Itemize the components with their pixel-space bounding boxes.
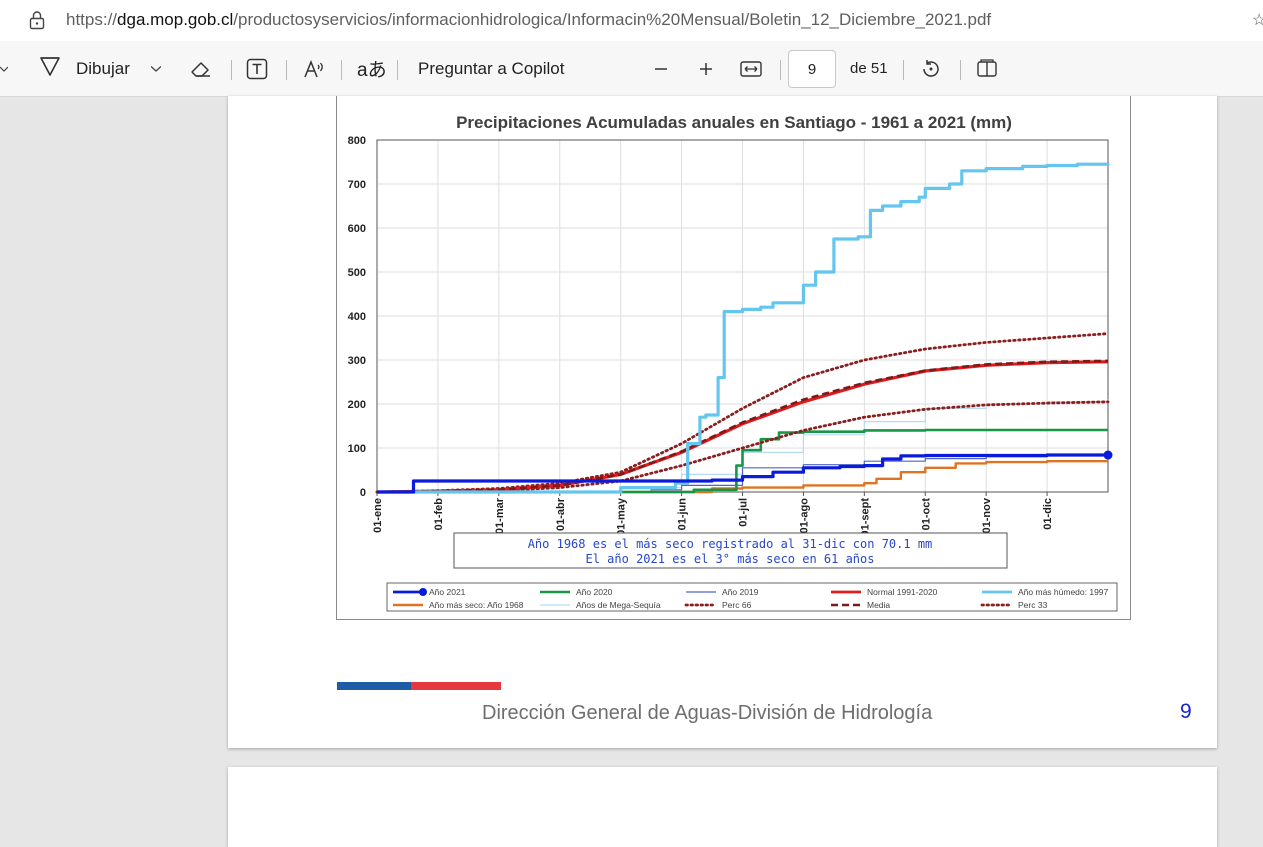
y-tick-label: 400 (348, 311, 366, 323)
url-path: /productosyservicios/informacionhidrolog… (233, 10, 992, 29)
y-tick-label: 300 (348, 355, 366, 367)
legend-label: Año más seco: Año 1968 (429, 600, 524, 610)
text-box-icon[interactable] (246, 41, 268, 96)
footer-bar-blue (337, 682, 411, 690)
legend-label: Normal 1991-2020 (867, 587, 938, 597)
url-scheme: https:// (66, 10, 118, 29)
legend-label: Años de Mega-Sequía (576, 600, 661, 610)
x-tick-label: 01-oct (920, 498, 932, 531)
legend-label: Perc 66 (722, 600, 752, 610)
draw-icon (38, 55, 62, 82)
x-tick-label: 01-ago (798, 498, 810, 534)
legend-label: Media (867, 600, 890, 610)
x-tick-label: 01-sept (859, 498, 871, 537)
y-tick-label: 100 (348, 443, 366, 455)
x-tick-label: 01-may (616, 497, 628, 536)
x-tick-label: 01-abr (555, 497, 567, 531)
toolbar-divider (341, 60, 342, 80)
draw-options-chevron-icon[interactable] (151, 41, 161, 96)
draw-button[interactable]: Dibujar (38, 41, 130, 96)
read-aloud-icon[interactable] (303, 41, 325, 96)
favorite-star-icon[interactable]: ☆ (1252, 10, 1263, 30)
draw-label: Dibujar (76, 58, 130, 78)
url-domain: dga.mop.gob.cl (117, 10, 234, 29)
pdf-page: Precipitaciones Acumuladas anuales en Sa… (228, 96, 1217, 748)
y-tick-label: 0 (360, 487, 366, 499)
pdf-next-page (228, 767, 1217, 847)
zoom-in-icon[interactable] (698, 41, 714, 96)
legend-label: Año más húmedo: 1997 (1018, 587, 1109, 597)
chevron-down-icon[interactable] (0, 41, 10, 96)
eraser-icon[interactable] (190, 41, 212, 96)
y-tick-label: 500 (348, 267, 366, 279)
legend-label: Perc 33 (1018, 600, 1048, 610)
ask-copilot-button[interactable]: Preguntar a Copilot (418, 41, 564, 96)
lock-icon[interactable] (28, 10, 46, 35)
footer-text: Dirección General de Aguas-División de H… (482, 702, 933, 724)
rotate-icon[interactable] (920, 41, 942, 96)
x-tick-label: 01-dic (1042, 498, 1054, 530)
translate-icon[interactable]: aあ (357, 41, 387, 96)
x-tick-label: 01-feb (433, 498, 445, 531)
x-tick-label: 01-jul (738, 498, 750, 527)
toolbar-divider (397, 60, 398, 80)
pdf-toolbar: Dibujar aあ Preguntar a Copilot de 51 (0, 41, 1263, 97)
y-tick-label: 600 (348, 223, 366, 235)
legend-label: Año 2020 (576, 587, 613, 597)
page-view-icon[interactable] (976, 41, 998, 96)
footer-bar-red (411, 682, 501, 690)
legend-label: Año 2021 (429, 587, 466, 597)
toolbar-divider (960, 60, 961, 80)
page-number: 9 (1180, 700, 1192, 723)
chart-frame: Precipitaciones Acumuladas anuales en Sa… (336, 96, 1131, 620)
x-tick-label: 01-jun (677, 498, 689, 531)
x-tick-label: 01-nov (981, 497, 993, 533)
x-tick-label: 01-mar (494, 497, 506, 534)
y-tick-label: 800 (348, 135, 366, 147)
y-tick-label: 700 (348, 179, 366, 191)
toolbar-divider (903, 60, 904, 80)
page-number-input[interactable]: 9 (788, 50, 836, 88)
url-text[interactable]: https://dga.mop.gob.cl/productosyservici… (66, 10, 991, 30)
chart-title: Precipitaciones Acumuladas anuales en Sa… (456, 113, 1012, 132)
legend-marker (419, 588, 427, 596)
legend-label: Año 2019 (722, 587, 759, 597)
x-tick-label: 01-ene (372, 498, 384, 533)
toolbar-divider (231, 60, 232, 80)
precipitation-chart: Precipitaciones Acumuladas anuales en Sa… (348, 113, 1118, 612)
address-bar[interactable]: https://dga.mop.gob.cl/productosyservici… (0, 0, 1263, 41)
toolbar-divider (780, 60, 781, 80)
page-total: de 51 (850, 60, 888, 77)
toolbar-divider (286, 60, 287, 80)
fit-width-icon[interactable] (740, 41, 762, 96)
annotation-text: El año 2021 es el 3° más seco en 61 años (586, 552, 875, 566)
zoom-out-icon[interactable] (653, 41, 669, 96)
y-tick-label: 200 (348, 399, 366, 411)
series-end-marker (1103, 450, 1113, 460)
annotation-text: Año 1968 es el más seco registrado al 31… (528, 537, 933, 551)
